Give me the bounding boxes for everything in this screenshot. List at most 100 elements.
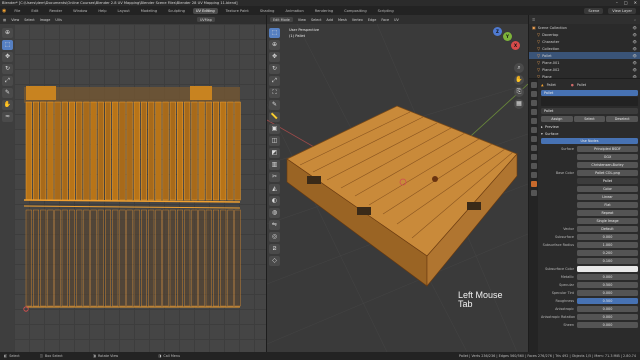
shader-field-value[interactable]: 0.000	[577, 233, 638, 240]
shader-field-value[interactable]: 0.000	[577, 321, 638, 328]
output-tab-icon[interactable]	[530, 100, 537, 106]
shader-field-value[interactable]: 0.000	[577, 289, 638, 296]
extrude-icon[interactable]: ▣	[269, 124, 280, 134]
use-nodes-button[interactable]: Use Nodes	[541, 137, 638, 144]
bevel-icon[interactable]: ◩	[269, 148, 280, 158]
material-browse-field[interactable]: Pallet	[541, 107, 638, 114]
properties-editor[interactable]: ▲ Pallet ● Pallet Pallet Pallet Assign S…	[529, 79, 640, 352]
vp-menu-select[interactable]: Select	[311, 18, 321, 22]
surface-shader-field[interactable]: Principled BSDF	[577, 145, 638, 152]
data-tab-icon[interactable]	[530, 172, 537, 178]
vector-field[interactable]: Default	[577, 225, 638, 232]
menu-file[interactable]: File	[11, 8, 23, 14]
tab-texture-paint[interactable]: Texture Paint	[223, 8, 252, 14]
menu-edit[interactable]: Edit	[28, 8, 41, 14]
menu-help[interactable]: Help	[95, 8, 109, 14]
loop-cut-icon[interactable]: ▥	[269, 160, 280, 170]
annotate-icon[interactable]: ✎	[269, 100, 280, 110]
visibility-eye-icon[interactable]: 👁	[633, 33, 637, 37]
uv-menu-uvs[interactable]: UVs	[55, 18, 62, 22]
select-box-icon[interactable]: ⬚	[2, 40, 13, 50]
texture-tab-icon[interactable]	[530, 190, 537, 196]
outliner-item[interactable]: ▽ Plane.001 👁	[529, 59, 640, 66]
preview-section[interactable]: ▸ Preview	[541, 123, 638, 130]
object-tab-icon[interactable]	[530, 136, 537, 142]
uv-editor-area[interactable]: ▦ View Select Image UVs UVMap ⊕ ⬚ ✥ ↻ ⤢ …	[0, 15, 266, 352]
view-layer-tab-icon[interactable]	[530, 109, 537, 115]
menu-render[interactable]: Render	[46, 8, 65, 14]
visibility-eye-icon[interactable]: 👁	[633, 61, 637, 65]
shader-field-value[interactable]: 0.000	[577, 305, 638, 312]
physics-tab-icon[interactable]	[530, 154, 537, 160]
image-option-dropdown[interactable]: Flat	[577, 201, 638, 208]
visibility-eye-icon[interactable]: 👁	[633, 75, 637, 79]
vp-menu-face[interactable]: Face	[381, 18, 389, 22]
spin-icon[interactable]: ◐	[269, 196, 280, 206]
gizmo-y-axis[interactable]: Y	[503, 32, 512, 41]
tab-compositing[interactable]: Compositing	[341, 8, 370, 14]
outliner-item[interactable]: ▽ Character 👁	[529, 38, 640, 45]
measure-icon[interactable]: 📏	[269, 112, 280, 122]
poly-build-icon[interactable]: ◭	[269, 184, 280, 194]
scene-tab-icon[interactable]	[530, 118, 537, 124]
base-color-texture-field[interactable]: Pallet COL.png	[577, 169, 638, 176]
select-button[interactable]: Select	[573, 115, 606, 122]
shader-field-value[interactable]: 0.000	[577, 273, 638, 280]
visibility-eye-icon[interactable]: 👁	[633, 54, 637, 58]
render-tab-icon[interactable]	[530, 91, 537, 97]
image-browse-field[interactable]: Pallet	[577, 177, 638, 184]
vp-menu-mesh[interactable]: Mesh	[338, 18, 347, 22]
shader-field-value[interactable]: 1.000	[577, 241, 638, 248]
surface-section[interactable]: ▾ Surface	[541, 130, 638, 137]
outliner-item[interactable]: ▽ Pallet 👁	[529, 52, 640, 59]
uv-menu-select[interactable]: Select	[24, 18, 34, 22]
menu-window[interactable]: Window	[70, 8, 90, 14]
tab-rendering[interactable]: Rendering	[312, 8, 336, 14]
visibility-eye-icon[interactable]: 👁	[633, 68, 637, 72]
edge-slide-icon[interactable]: ⇋	[269, 220, 280, 230]
distribution-dropdown[interactable]: GGX	[577, 153, 638, 160]
select-box-icon[interactable]: ⬚	[269, 28, 280, 38]
zoom-icon[interactable]: ⌕	[514, 63, 524, 73]
cursor-icon[interactable]: ⊕	[2, 28, 13, 38]
world-tab-icon[interactable]	[530, 127, 537, 133]
uv-menu-view[interactable]: View	[11, 18, 19, 22]
outliner-type-icon[interactable]: ☰	[532, 18, 535, 22]
grid-icon[interactable]: ▦	[514, 99, 524, 109]
rip-icon[interactable]: ◇	[269, 256, 280, 266]
uv-canvas[interactable]	[14, 24, 266, 352]
constraints-tab-icon[interactable]	[530, 163, 537, 169]
gizmo-x-axis[interactable]: X	[511, 41, 520, 50]
vp-menu-uv[interactable]: UV	[394, 18, 399, 22]
deselect-button[interactable]: Deselect	[606, 115, 639, 122]
scene-selector[interactable]: Scene	[584, 7, 604, 14]
shader-field-value[interactable]: 0.200	[577, 249, 638, 256]
pan-hand-icon[interactable]: ✋	[514, 75, 524, 85]
move-icon[interactable]: ✥	[269, 52, 280, 62]
tab-animation[interactable]: Animation	[282, 8, 306, 14]
scale-icon[interactable]: ⤢	[2, 76, 13, 86]
outliner-item[interactable]: ▽ Plane 👁	[529, 73, 640, 78]
visibility-eye-icon[interactable]: 👁	[633, 47, 637, 51]
3d-viewport[interactable]: Edit Mode View Select Add Mesh Vertex Ed…	[267, 15, 528, 352]
material-slot-item[interactable]: Pallet	[541, 89, 638, 96]
modifier-tab-icon[interactable]	[530, 145, 537, 151]
visibility-eye-icon[interactable]: 👁	[633, 26, 637, 30]
vp-menu-add[interactable]: Add	[326, 18, 333, 22]
outliner-item[interactable]: ▽ Plane.002 👁	[529, 66, 640, 73]
visibility-eye-icon[interactable]: 👁	[633, 40, 637, 44]
editor-type-icon[interactable]: ▦	[3, 18, 6, 22]
outliner-search-icon[interactable]: ⌕	[634, 18, 636, 22]
smooth-icon[interactable]: ◍	[269, 208, 280, 218]
assign-button[interactable]: Assign	[541, 115, 573, 122]
outliner[interactable]: ☰ ⌕ ▣ Scene Collection 👁 ▽ Dovertop 👁 ▽ Charact…	[529, 15, 640, 78]
vp-menu-view[interactable]: View	[298, 18, 306, 22]
uv-menu-image[interactable]: Image	[40, 18, 51, 22]
tab-shading[interactable]: Shading	[257, 8, 278, 14]
view-layer-selector[interactable]: View Layer	[608, 7, 636, 14]
blender-logo-icon[interactable]: ◉	[2, 8, 6, 14]
annotate-icon[interactable]: ✎	[2, 88, 13, 98]
scale-icon[interactable]: ⤢	[269, 76, 280, 86]
image-browse-field[interactable]: UVMap	[196, 17, 215, 22]
relax-icon[interactable]: ≈	[2, 112, 13, 122]
